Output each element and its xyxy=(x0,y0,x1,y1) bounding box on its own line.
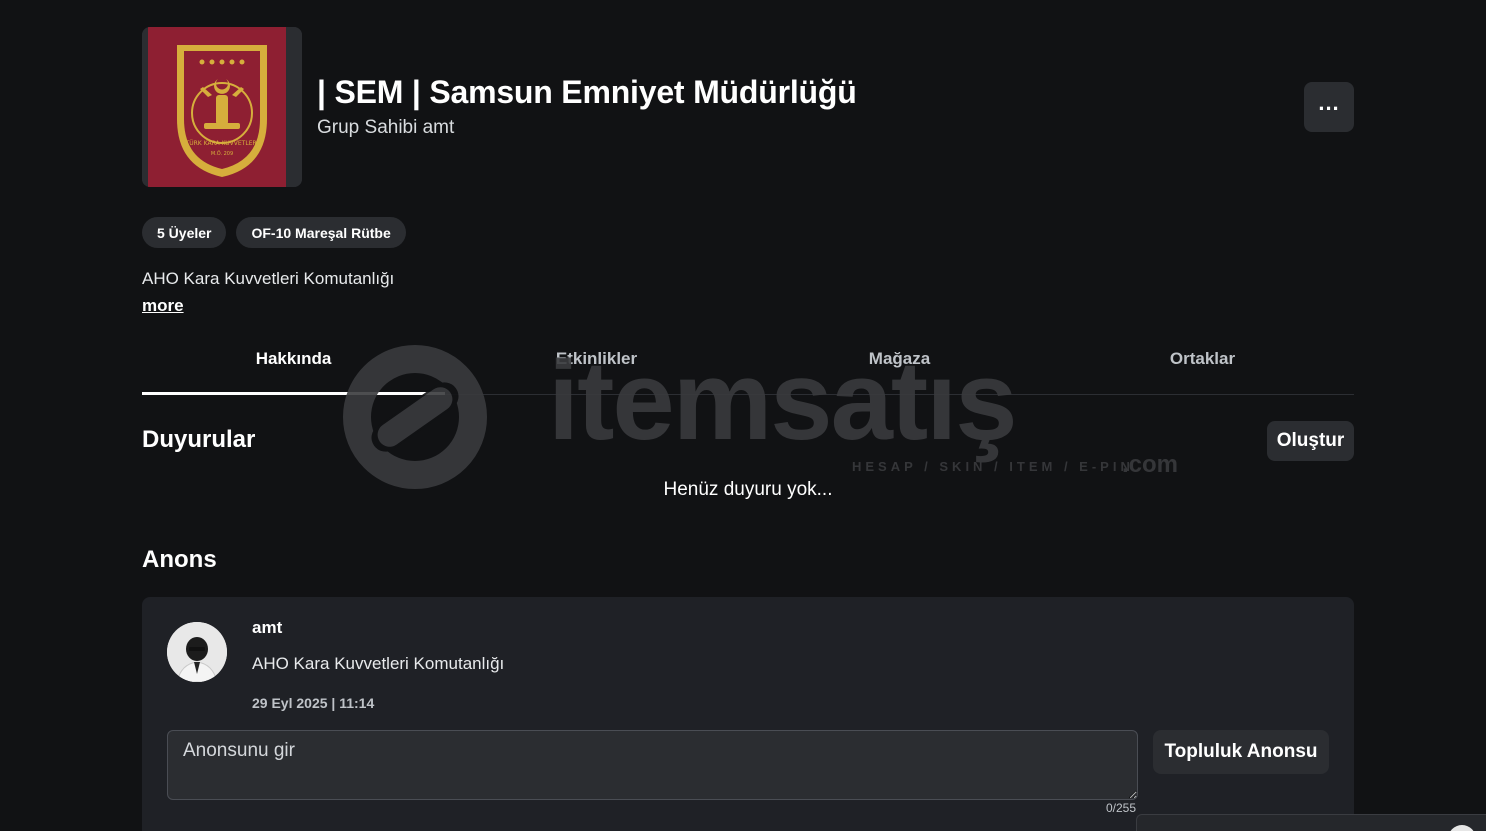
shout-text: AHO Kara Kuvvetleri Komutanlığı xyxy=(252,654,505,673)
rank-badge: OF-10 Mareşal Rütbe xyxy=(236,217,406,248)
group-title: | SEM | Samsun Emniyet Müdürlüğü xyxy=(317,74,857,110)
chat-panel-peek[interactable] xyxy=(1136,814,1486,831)
emblem-motto-text: TÜRK KARA KUVVETLERİ xyxy=(185,140,259,147)
group-description: AHO Kara Kuvvetleri Komutanlığı xyxy=(142,269,395,288)
emblem-year-text: M.Ö. 209 xyxy=(211,150,233,157)
avatar[interactable] xyxy=(167,622,227,682)
tab-store[interactable]: Mağaza xyxy=(748,330,1051,394)
tab-events[interactable]: Etkinlikler xyxy=(445,330,748,394)
post-shout-button[interactable]: Topluluk Anonsu xyxy=(1153,730,1329,774)
group-options-button[interactable]: ... xyxy=(1304,82,1354,132)
tab-about[interactable]: Hakkında xyxy=(142,330,445,395)
shout-card: amt AHO Kara Kuvvetleri Komutanlığı 29 E… xyxy=(142,597,1354,831)
shout-poster-name[interactable]: amt xyxy=(252,618,282,638)
ellipsis-icon: ... xyxy=(1318,90,1340,115)
group-emblem-image: M.Ö. 209 TÜRK KARA KUVVETLERİ xyxy=(142,27,302,187)
character-counter: 0/255 xyxy=(1106,801,1137,815)
group-badges: 5 Üyeler OF-10 Mareşal Rütbe xyxy=(142,217,406,248)
group-owner[interactable]: Grup Sahibi amt xyxy=(317,117,454,139)
shout-input[interactable] xyxy=(167,730,1138,800)
group-tabs: Hakkında Etkinlikler Mağaza Ortaklar xyxy=(142,330,1354,395)
chat-avatar-icon xyxy=(1448,825,1476,831)
create-announcement-button[interactable]: Oluştur xyxy=(1267,421,1354,461)
group-page: M.Ö. 209 TÜRK KARA KUVVETLERİ | SEM | Sa… xyxy=(142,0,1354,831)
shout-date: 29 Eyl 2025 | 11:14 xyxy=(252,695,375,711)
more-link[interactable]: more xyxy=(142,296,184,316)
members-badge: 5 Üyeler xyxy=(142,217,227,248)
shout-heading: Anons xyxy=(142,546,217,573)
tab-partners[interactable]: Ortaklar xyxy=(1051,330,1354,394)
announcements-heading: Duyurular xyxy=(142,426,256,453)
announcements-empty-text: Henüz duyuru yok... xyxy=(663,479,833,500)
